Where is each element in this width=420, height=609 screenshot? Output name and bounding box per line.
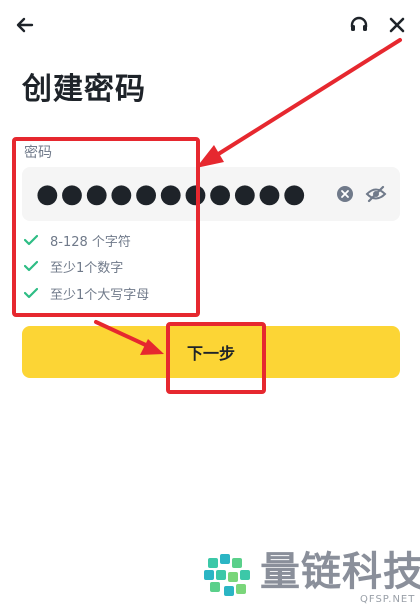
next-button-label: 下一步 xyxy=(186,344,235,363)
back-button[interactable] xyxy=(8,8,42,42)
close-button[interactable] xyxy=(380,8,414,42)
watermark: 量链科技 QFSP.NET xyxy=(200,548,420,608)
check-icon xyxy=(24,232,40,248)
clear-password-button[interactable] xyxy=(332,181,358,207)
rule-text: 至少1个数字 xyxy=(50,260,124,276)
eye-off-icon xyxy=(365,185,387,203)
support-button[interactable] xyxy=(342,8,376,42)
password-rule-uppercase: 至少1个大写字母 xyxy=(24,282,149,304)
page-title: 创建密码 xyxy=(22,72,146,107)
password-field[interactable]: ●●●●●●●●●●● xyxy=(22,167,400,221)
password-rule-length: 8-128 个字符 xyxy=(24,229,131,251)
next-button[interactable]: 下一步 xyxy=(22,326,400,378)
rule-text: 至少1个大写字母 xyxy=(50,287,150,303)
watermark-url: QFSP.NET xyxy=(360,594,416,605)
password-rule-number: 至少1个数字 xyxy=(24,255,123,277)
password-label: 密码 xyxy=(24,145,52,161)
watermark-logo xyxy=(204,554,250,596)
check-icon xyxy=(24,258,40,274)
watermark-name: 量链科技 xyxy=(260,549,420,595)
annotation-arrow-top xyxy=(196,38,402,168)
password-value[interactable]: ●●●●●●●●●●● xyxy=(36,177,308,211)
close-icon xyxy=(389,17,405,33)
arrow-left-icon xyxy=(16,17,34,33)
headset-icon xyxy=(350,16,368,31)
rule-text: 8-128 个字符 xyxy=(50,234,131,250)
check-icon xyxy=(24,285,40,301)
clear-circle-icon xyxy=(337,186,353,202)
toggle-visibility-button[interactable] xyxy=(362,181,390,207)
